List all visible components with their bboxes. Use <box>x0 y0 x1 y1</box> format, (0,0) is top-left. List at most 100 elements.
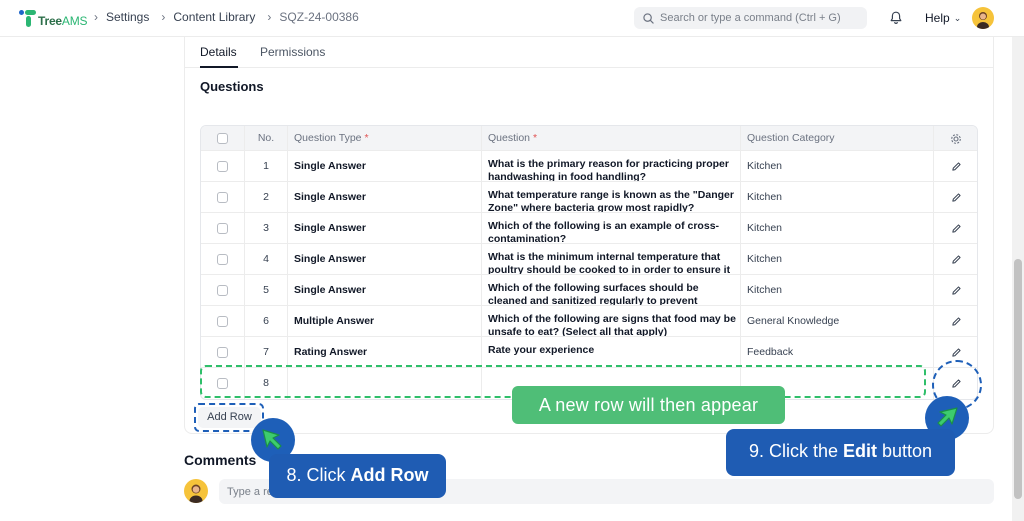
question-type-cell[interactable]: Single Answer <box>288 275 482 305</box>
edit-pencil-icon[interactable] <box>951 285 962 296</box>
question-text: Which of the following are signs that fo… <box>488 313 736 336</box>
required-marker: * <box>532 132 538 144</box>
breadcrumb-current-record[interactable]: SQZ-24-00386 <box>279 10 358 24</box>
bell-icon[interactable] <box>888 10 904 26</box>
help-label: Help <box>925 11 950 25</box>
question-cell[interactable]: What temperature range is known as the "… <box>482 182 741 212</box>
app-logo[interactable]: TreeAMS <box>19 8 88 28</box>
question-type-text: Single Answer <box>294 160 366 172</box>
question-category-text: Feedback <box>747 346 794 358</box>
edit-pencil-icon[interactable] <box>951 347 962 358</box>
question-type-text: Single Answer <box>294 284 366 296</box>
question-type-text: Multiple Answer <box>294 315 375 327</box>
row-checkbox[interactable] <box>217 192 228 203</box>
edit-cell <box>934 151 977 181</box>
gear-icon[interactable] <box>950 133 962 145</box>
table-row[interactable]: 4 Single Answer What is the minimum inte… <box>201 244 977 275</box>
row-number: 3 <box>245 213 288 243</box>
search-input[interactable] <box>660 12 860 24</box>
question-category-text: Kitchen <box>747 191 783 203</box>
table-row[interactable]: 6 Multiple Answer Which of the following… <box>201 306 977 337</box>
select-all-checkbox[interactable] <box>217 133 228 144</box>
question-category-cell[interactable]: Kitchen <box>741 213 934 243</box>
page-scrollbar[interactable] <box>1012 37 1024 521</box>
row-checkbox[interactable] <box>217 347 228 358</box>
question-category-cell[interactable]: Kitchen <box>741 275 934 305</box>
table-row[interactable]: 3 Single Answer Which of the following i… <box>201 213 977 244</box>
header-question-type: Question Type * <box>288 126 482 150</box>
row-number-text: 5 <box>263 284 269 296</box>
header-settings-cell <box>934 126 977 150</box>
question-category-cell[interactable]: General Knowledge <box>741 306 934 336</box>
header-question-category-label: Question Category <box>747 132 835 144</box>
question-text: What temperature range is known as the "… <box>488 189 734 212</box>
question-category-text: Kitchen <box>747 160 783 172</box>
required-marker: * <box>364 132 369 144</box>
chevron-down-icon: ⌄ <box>953 12 962 23</box>
tab-permissions[interactable]: Permissions <box>260 45 325 59</box>
question-cell[interactable]: Rate your experience <box>482 337 741 367</box>
question-cell[interactable]: Which of the following is an example of … <box>482 213 741 243</box>
row-number: 4 <box>245 244 288 274</box>
row-checkbox[interactable] <box>217 285 228 296</box>
row-checkbox[interactable] <box>217 161 228 172</box>
question-type-text: Single Answer <box>294 253 366 265</box>
row-checkbox-cell <box>201 151 245 181</box>
step-8-emphasis: Add Row <box>350 465 429 485</box>
question-cell[interactable]: What is the minimum internal temperature… <box>482 244 741 274</box>
question-type-cell[interactable]: Single Answer <box>288 244 482 274</box>
breadcrumb-settings[interactable]: Settings <box>106 10 149 24</box>
question-category-cell[interactable]: Kitchen <box>741 244 934 274</box>
question-category-text: General Knowledge <box>747 315 840 327</box>
header-no: No. <box>245 126 288 150</box>
search-icon <box>643 12 654 24</box>
question-cell[interactable]: Which of the following are signs that fo… <box>482 306 741 336</box>
question-category-cell[interactable]: Kitchen <box>741 182 934 212</box>
breadcrumb-content-library[interactable]: Content Library <box>173 10 255 24</box>
active-tab-indicator <box>200 66 238 68</box>
table-row[interactable]: 2 Single Answer What temperature range i… <box>201 182 977 213</box>
step-9-suffix: button <box>877 441 933 461</box>
row-checkbox[interactable] <box>217 223 228 234</box>
question-text: What is the minimum internal temperature… <box>488 251 731 274</box>
table-row[interactable]: 5 Single Answer Which of the following s… <box>201 275 977 306</box>
row-checkbox-cell <box>201 275 245 305</box>
table-row[interactable]: 7 Rating Answer Rate your experience Fee… <box>201 337 977 368</box>
row-number: 5 <box>245 275 288 305</box>
header-question: Question * <box>482 126 741 150</box>
edit-pencil-icon[interactable] <box>951 161 962 172</box>
questions-table: No. Question Type * Question * Question … <box>200 125 978 400</box>
user-avatar[interactable] <box>972 7 994 29</box>
edit-pencil-icon[interactable] <box>951 192 962 203</box>
question-type-cell[interactable]: Single Answer <box>288 213 482 243</box>
edit-pencil-icon[interactable] <box>951 223 962 234</box>
tab-details[interactable]: Details <box>200 45 237 59</box>
scrollbar-thumb[interactable] <box>1014 259 1022 499</box>
row-checkbox[interactable] <box>217 254 228 265</box>
search-bar[interactable] <box>634 7 867 29</box>
header-checkbox-cell <box>201 126 245 150</box>
question-cell[interactable]: What is the primary reason for practicin… <box>482 151 741 181</box>
row-checkbox-cell <box>201 244 245 274</box>
question-cell[interactable]: Which of the following surfaces should b… <box>482 275 741 305</box>
question-type-cell[interactable]: Single Answer <box>288 151 482 181</box>
edit-pencil-icon[interactable] <box>951 254 962 265</box>
edit-pencil-icon[interactable] <box>951 316 962 327</box>
question-category-cell[interactable]: Kitchen <box>741 151 934 181</box>
table-row[interactable]: 1 Single Answer What is the primary reas… <box>201 151 977 182</box>
edit-cell <box>934 275 977 305</box>
row-checkbox[interactable] <box>217 316 228 327</box>
header-question-label: Question <box>488 132 531 144</box>
edit-cell <box>934 306 977 336</box>
question-type-text: Single Answer <box>294 222 366 234</box>
question-type-cell[interactable]: Multiple Answer <box>288 306 482 336</box>
help-menu[interactable]: Help ⌄ <box>925 11 961 25</box>
row-checkbox-cell <box>201 182 245 212</box>
row-checkbox-cell <box>201 213 245 243</box>
question-type-cell[interactable]: Single Answer <box>288 182 482 212</box>
row-number: 1 <box>245 151 288 181</box>
header-question-type-label: Question Type <box>294 132 362 144</box>
question-type-cell[interactable]: Rating Answer <box>288 337 482 367</box>
question-text: Which of the following surfaces should b… <box>488 282 699 305</box>
question-category-cell[interactable]: Feedback <box>741 337 934 367</box>
